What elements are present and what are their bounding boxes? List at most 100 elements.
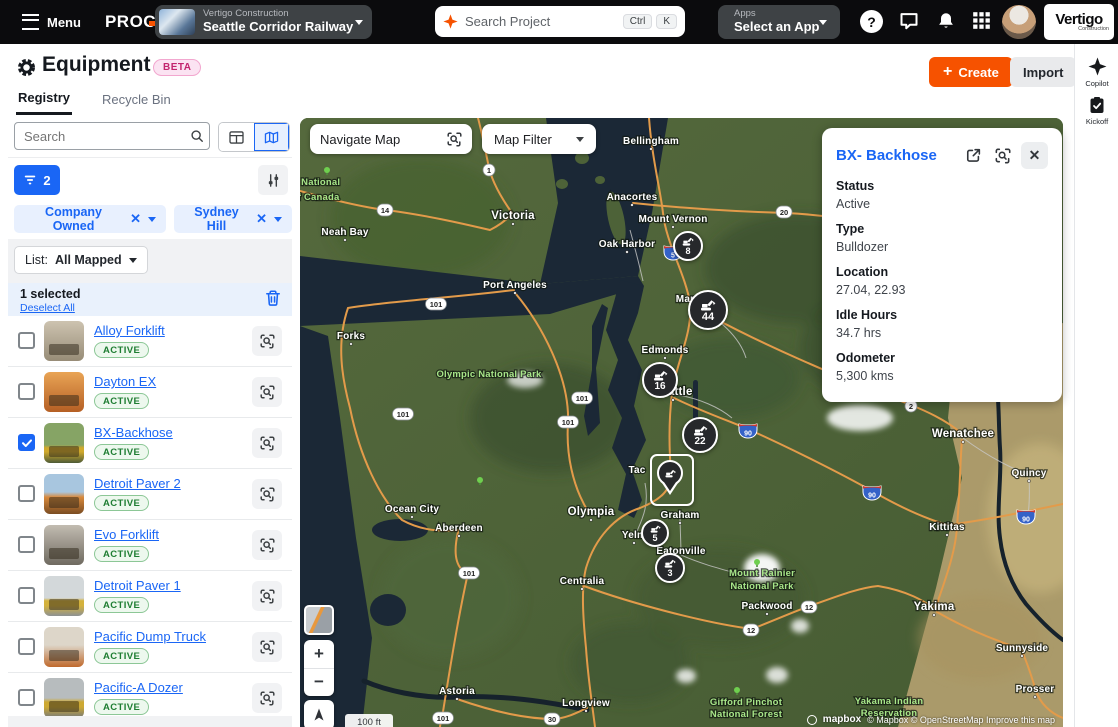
map-place-label: Wenatchee bbox=[932, 428, 994, 440]
close-panel-button[interactable]: ✕ bbox=[1021, 142, 1048, 169]
map-filter-dropdown[interactable]: Map Filter bbox=[482, 124, 596, 154]
copilot-button[interactable]: Copilot bbox=[1075, 57, 1118, 88]
map-cluster-marker[interactable]: 3 bbox=[655, 553, 685, 583]
grid-icon bbox=[972, 11, 991, 30]
map-cluster-marker[interactable]: 44 bbox=[688, 290, 728, 330]
equipment-row[interactable]: Detroit Paver 1 ACTIVE bbox=[8, 571, 292, 622]
import-button[interactable]: Import bbox=[1010, 57, 1076, 87]
filter-chip-sydney-hill[interactable]: Sydney Hill ✕ bbox=[174, 205, 292, 233]
equipment-row[interactable]: Dayton EX ACTIVE bbox=[8, 367, 292, 418]
map-place-label: Port Angeles bbox=[483, 280, 547, 291]
project-name: Seattle Corridor Railway bbox=[203, 20, 353, 35]
map-cluster-marker[interactable]: 16 bbox=[642, 362, 678, 398]
equipment-name-link[interactable]: Pacific-A Dozer bbox=[94, 680, 183, 695]
row-checkbox[interactable] bbox=[18, 434, 35, 451]
remove-filter-icon[interactable]: ✕ bbox=[256, 211, 267, 227]
app-launcher-button[interactable] bbox=[972, 11, 991, 30]
column-settings-button[interactable] bbox=[258, 165, 288, 195]
selected-equipment-pin[interactable] bbox=[657, 460, 683, 486]
selection-bar: 1 selected Deselect All bbox=[8, 283, 292, 316]
apps-selector[interactable]: Apps Select an App bbox=[718, 5, 840, 39]
locate-icon bbox=[259, 333, 275, 349]
table-view-button[interactable] bbox=[219, 123, 254, 151]
excavator-icon bbox=[681, 236, 695, 246]
navigate-map-input[interactable]: Navigate Map bbox=[310, 124, 472, 154]
equipment-thumbnail bbox=[44, 372, 84, 412]
gear-icon bbox=[16, 57, 37, 78]
zoom-in-button[interactable]: + bbox=[304, 640, 334, 669]
locate-on-map-button[interactable] bbox=[252, 479, 282, 509]
status-badge: ACTIVE bbox=[94, 444, 149, 460]
page-title: Equipment bbox=[42, 53, 151, 77]
locate-equipment-button[interactable] bbox=[994, 147, 1011, 164]
map-cluster-marker[interactable]: 5 bbox=[641, 519, 669, 547]
svg-text:101: 101 bbox=[430, 300, 443, 309]
equipment-name-link[interactable]: Dayton EX bbox=[94, 374, 156, 389]
route-shield: 14 bbox=[377, 204, 393, 216]
sliders-icon bbox=[266, 173, 281, 188]
map-place-label: National Forest bbox=[710, 709, 783, 720]
equipment-name-link[interactable]: Detroit Paver 2 bbox=[94, 476, 181, 491]
tab-recycle-bin[interactable]: Recycle Bin bbox=[100, 90, 173, 115]
locate-on-map-button[interactable] bbox=[252, 683, 282, 713]
chevron-down-icon bbox=[274, 217, 282, 222]
equipment-row[interactable]: Alloy Forklift ACTIVE bbox=[8, 316, 292, 367]
equipment-name-link[interactable]: Evo Forklift bbox=[94, 527, 159, 542]
equipment-name-link[interactable]: Detroit Paver 1 bbox=[94, 578, 181, 593]
create-button[interactable]: + Create bbox=[929, 57, 1013, 87]
equipment-row[interactable]: Pacific Dump Truck ACTIVE bbox=[8, 622, 292, 673]
locate-on-map-button[interactable] bbox=[252, 632, 282, 662]
equipment-name-link[interactable]: BX-Backhose bbox=[94, 425, 173, 440]
locate-on-map-button[interactable] bbox=[252, 326, 282, 356]
svg-text:90: 90 bbox=[744, 431, 752, 438]
open-details-button[interactable] bbox=[965, 147, 982, 164]
map-style-switcher[interactable] bbox=[304, 605, 334, 635]
row-checkbox[interactable] bbox=[18, 587, 35, 604]
equipment-row[interactable]: BX-Backhose ACTIVE bbox=[8, 418, 292, 469]
filters-button[interactable]: 2 bbox=[14, 165, 60, 195]
zoom-out-button[interactable]: − bbox=[304, 669, 334, 697]
kickoff-button[interactable]: Kickoff bbox=[1075, 96, 1118, 126]
map-view-button[interactable] bbox=[254, 123, 289, 151]
row-checkbox[interactable] bbox=[18, 485, 35, 502]
equipment-row[interactable]: Evo Forklift ACTIVE bbox=[8, 520, 292, 571]
map-place-label: Quincy bbox=[1011, 468, 1046, 479]
global-search-input[interactable]: Search Project Ctrl K bbox=[435, 6, 685, 37]
route-shield: 101 bbox=[426, 298, 447, 310]
tab-registry[interactable]: Registry bbox=[16, 90, 72, 115]
equipment-row[interactable]: Detroit Paver 2 ACTIVE bbox=[8, 469, 292, 520]
svg-text:20: 20 bbox=[780, 208, 788, 217]
deselect-all-link[interactable]: Deselect All bbox=[20, 302, 75, 314]
locate-on-map-button[interactable] bbox=[252, 428, 282, 458]
project-selector[interactable]: Vertigo Construction Seattle Corridor Ra… bbox=[155, 5, 372, 39]
equipment-thumbnail bbox=[44, 678, 84, 718]
map-place-label: Tac bbox=[628, 465, 645, 476]
remove-filter-icon[interactable]: ✕ bbox=[130, 211, 141, 227]
list-scope-dropdown[interactable]: List: All Mapped bbox=[14, 246, 148, 274]
delete-selected-button[interactable] bbox=[264, 289, 282, 307]
map-cluster-marker[interactable]: 8 bbox=[673, 231, 703, 261]
notifications-button[interactable] bbox=[936, 11, 956, 31]
status-badge: ACTIVE bbox=[94, 597, 149, 613]
chat-icon bbox=[899, 11, 919, 31]
search-input[interactable] bbox=[14, 122, 210, 150]
filter-chip-company-owned[interactable]: Company Owned ✕ bbox=[14, 205, 166, 233]
locate-on-map-button[interactable] bbox=[252, 530, 282, 560]
equipment-name-link[interactable]: Pacific Dump Truck bbox=[94, 629, 206, 644]
row-checkbox[interactable] bbox=[18, 383, 35, 400]
row-checkbox[interactable] bbox=[18, 638, 35, 655]
row-checkbox[interactable] bbox=[18, 332, 35, 349]
equipment-name-link[interactable]: Alloy Forklift bbox=[94, 323, 165, 338]
locate-on-map-button[interactable] bbox=[252, 581, 282, 611]
map-place-label: Bellingham bbox=[623, 136, 679, 147]
compass-button[interactable] bbox=[304, 700, 334, 727]
help-button[interactable]: ? bbox=[860, 10, 883, 33]
chat-button[interactable] bbox=[899, 11, 919, 31]
row-checkbox[interactable] bbox=[18, 536, 35, 553]
locate-on-map-button[interactable] bbox=[252, 377, 282, 407]
map-cluster-marker[interactable]: 22 bbox=[682, 417, 718, 453]
row-checkbox[interactable] bbox=[18, 689, 35, 706]
menu-button[interactable]: Menu bbox=[16, 13, 87, 31]
user-avatar[interactable] bbox=[1002, 5, 1036, 39]
mapbox-logo-icon bbox=[807, 715, 817, 725]
